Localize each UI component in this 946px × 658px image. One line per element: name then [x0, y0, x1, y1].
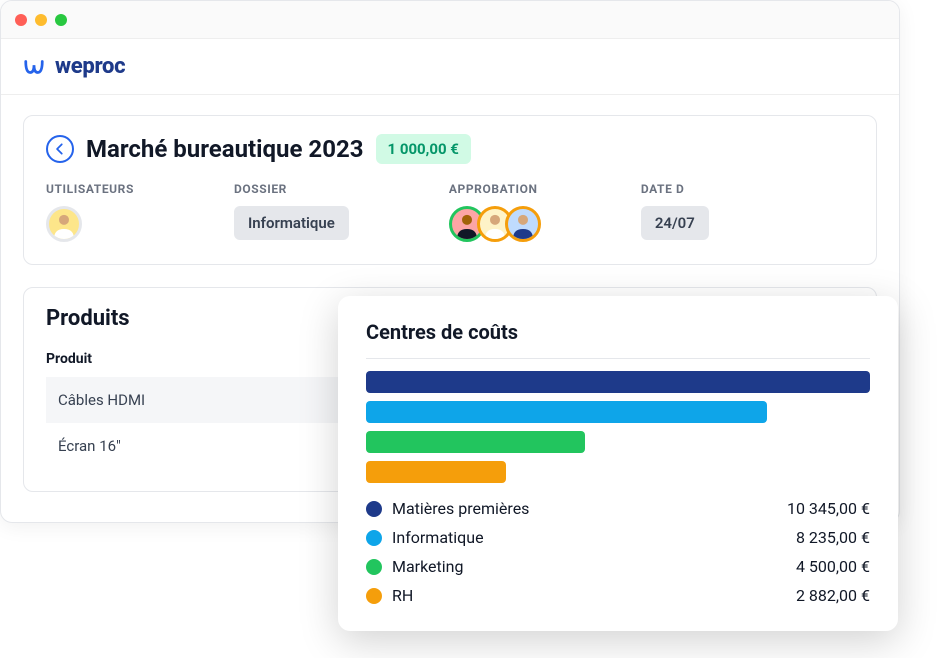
cost-centers-card: Centres de coûts Matières premières 10 34… — [338, 296, 898, 631]
legend-row: Marketing 4 500,00 € — [366, 557, 870, 576]
meta-approval-label: APPROBATION — [449, 182, 541, 196]
cost-centers-title: Centres de coûts — [366, 320, 870, 344]
divider — [366, 358, 870, 359]
window-zoom-icon[interactable] — [55, 14, 67, 26]
legend-label: Informatique — [392, 528, 786, 547]
brand-bar: weproc — [1, 39, 899, 95]
legend-value: 8 235,00 € — [796, 528, 870, 547]
window-close-icon[interactable] — [15, 14, 27, 26]
approver-avatar[interactable] — [505, 206, 541, 242]
legend-swatch-icon — [366, 588, 382, 604]
meta-date-label: DATE D — [641, 182, 709, 196]
product-name: Écran 16" — [58, 437, 358, 455]
order-summary-card: Marché bureautique 2023 1 000,00 € UTILI… — [23, 115, 877, 265]
meta-users: UTILISATEURS — [46, 182, 134, 242]
meta-users-label: UTILISATEURS — [46, 182, 134, 196]
legend-label: Marketing — [392, 557, 786, 576]
cost-centers-chart — [366, 371, 870, 483]
legend-swatch-icon — [366, 530, 382, 546]
page-title: Marché bureautique 2023 — [86, 135, 364, 163]
legend-value: 4 500,00 € — [796, 557, 870, 576]
legend-row: Matières premières 10 345,00 € — [366, 499, 870, 518]
window-titlebar — [1, 1, 899, 39]
avatar[interactable] — [46, 206, 82, 242]
chart-bar — [366, 371, 870, 393]
legend-label: RH — [392, 586, 786, 605]
legend-swatch-icon — [366, 559, 382, 575]
meta-dossier: DOSSIER Informatique — [234, 182, 349, 242]
meta-approval: APPROBATION — [449, 182, 541, 242]
legend-row: Informatique 8 235,00 € — [366, 528, 870, 547]
chart-bar — [366, 461, 870, 483]
chart-bar — [366, 401, 870, 423]
col-product-header: Produit — [46, 351, 346, 367]
cost-centers-legend: Matières premières10 345,00 €Informatiqu… — [366, 499, 870, 605]
back-button[interactable] — [46, 135, 74, 163]
amount-badge: 1 000,00 € — [376, 134, 471, 164]
window-minimize-icon[interactable] — [35, 14, 47, 26]
chart-bar — [366, 431, 870, 453]
date-tag[interactable]: 24/07 — [641, 206, 709, 240]
legend-swatch-icon — [366, 501, 382, 517]
legend-value: 2 882,00 € — [796, 586, 870, 605]
legend-value: 10 345,00 € — [787, 499, 870, 518]
product-name: Câbles HDMI — [58, 391, 358, 409]
dossier-tag[interactable]: Informatique — [234, 206, 349, 240]
meta-dossier-label: DOSSIER — [234, 182, 349, 196]
meta-date: DATE D 24/07 — [641, 182, 709, 242]
legend-label: Matières premières — [392, 499, 777, 518]
arrow-left-icon — [53, 142, 67, 156]
brand-name: weproc — [55, 54, 125, 79]
legend-row: RH 2 882,00 € — [366, 586, 870, 605]
brand-logo-icon — [23, 56, 45, 78]
